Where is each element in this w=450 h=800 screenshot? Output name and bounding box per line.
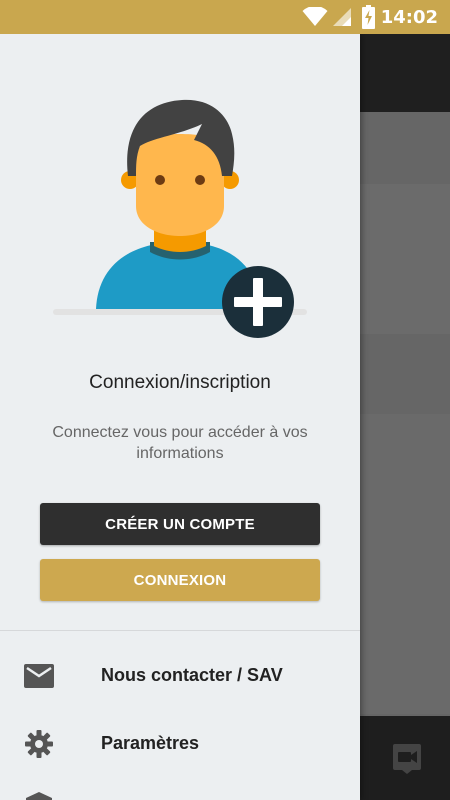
- divider: [0, 630, 360, 631]
- signal-icon: [333, 8, 351, 26]
- drawer-subtitle: Connectez vous pour accéder à vos inform…: [52, 424, 308, 462]
- mail-icon: [24, 664, 54, 688]
- menu-item-settings[interactable]: Paramètres: [0, 716, 360, 772]
- video-camera-icon[interactable]: [392, 742, 424, 774]
- status-bar: 14:02: [0, 0, 450, 34]
- gear-icon: [25, 730, 53, 758]
- navigation-drawer: Connexion/inscription Connectez vous pou…: [0, 34, 360, 800]
- user-avatar-icon: [96, 99, 294, 338]
- battery-charging-icon: [362, 5, 375, 29]
- background-card: [360, 414, 450, 714]
- shield-icon: [26, 792, 52, 800]
- menu-item-label: Paramètres: [101, 733, 200, 753]
- background-toolbar: [360, 34, 450, 112]
- menu-item-contact[interactable]: Nous contacter / SAV: [0, 648, 360, 704]
- menu-item-label: Nous contacter / SAV: [101, 665, 283, 685]
- create-account-button[interactable]: CRÉER UN COMPTE: [40, 503, 320, 545]
- clock: 14:02: [380, 7, 438, 28]
- background-card: [360, 184, 450, 334]
- drawer-title: Connexion/inscription: [89, 372, 271, 393]
- wifi-icon: [302, 7, 328, 26]
- login-button[interactable]: CONNEXION: [40, 559, 320, 601]
